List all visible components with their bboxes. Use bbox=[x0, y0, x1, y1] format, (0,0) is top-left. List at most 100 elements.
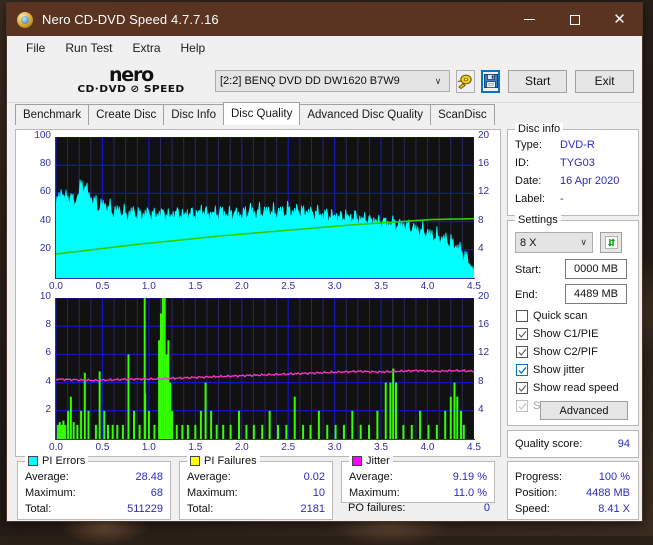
checkbox-quick-scan[interactable]: Quick scan bbox=[516, 310, 587, 322]
checkbox-show-c1-pie[interactable]: Show C1/PIE bbox=[516, 328, 598, 340]
y-tick-label-right: 12 bbox=[478, 347, 489, 358]
jitter-average-label: Average: bbox=[349, 471, 393, 483]
title-bar: Nero CD-DVD Speed 4.7.7.16 ✕ bbox=[7, 3, 642, 36]
pi-errors-stats-group: PI Errors Average: 28.48 Maximum: 68 Tot… bbox=[17, 461, 171, 520]
tab-disc-quality[interactable]: Disc Quality bbox=[223, 102, 300, 125]
settings-group: Settings 8 X ∨ Start: 0000 MB End: 4489 … bbox=[507, 220, 639, 426]
disc-label-value: - bbox=[560, 193, 564, 205]
po-failures-label: PO failures: bbox=[348, 502, 405, 514]
tab-benchmark[interactable]: Benchmark bbox=[15, 104, 89, 125]
y-tick-label-right: 16 bbox=[478, 319, 489, 330]
tab-scandisc[interactable]: ScanDisc bbox=[430, 104, 495, 125]
minimize-button[interactable] bbox=[507, 3, 552, 36]
quality-score-value: 94 bbox=[618, 438, 630, 450]
menu-help[interactable]: Help bbox=[172, 38, 215, 58]
speed-select[interactable]: 8 X ∨ bbox=[515, 232, 593, 253]
y-tick-label-right: 20 bbox=[478, 291, 489, 302]
x-tick-label: 1.0 bbox=[139, 281, 159, 292]
x-tick-label: 0.0 bbox=[46, 442, 66, 453]
jitter-stats-group: Jitter Average: 9.19 % Maximum: 11.0 % bbox=[341, 461, 495, 503]
x-tick-label: 1.5 bbox=[185, 281, 205, 292]
tab-disc-info[interactable]: Disc Info bbox=[163, 104, 224, 125]
y-tick-label-right: 8 bbox=[478, 376, 484, 387]
pi-failures-color-swatch bbox=[190, 456, 200, 466]
jitter-color-swatch bbox=[352, 456, 362, 466]
drive-select[interactable]: [2:2] BENQ DVD DD DW1620 B7W9 ∨ bbox=[215, 70, 450, 92]
menu-run-test[interactable]: Run Test bbox=[56, 38, 121, 58]
tab-advanced-disc-quality[interactable]: Advanced Disc Quality bbox=[299, 104, 431, 125]
y-axis-line bbox=[55, 137, 56, 279]
close-button[interactable]: ✕ bbox=[597, 3, 642, 36]
checkbox-label: Quick scan bbox=[533, 310, 587, 322]
y-tick-label-right: 8 bbox=[478, 215, 484, 226]
pi-failures-average-label: Average: bbox=[187, 471, 231, 483]
jitter-maximum-label: Maximum: bbox=[349, 487, 400, 499]
pi-errors-total-value: 511229 bbox=[127, 503, 163, 515]
pi-errors-group-title: PI Errors bbox=[25, 455, 88, 467]
disc-date-value: 16 Apr 2020 bbox=[560, 175, 619, 187]
progress-value: 100 % bbox=[599, 471, 630, 483]
x-tick-label: 2.0 bbox=[232, 281, 252, 292]
pi-failures-maximum-value: 10 bbox=[313, 487, 325, 499]
start-button[interactable]: Start bbox=[508, 70, 567, 93]
exit-button[interactable]: Exit bbox=[575, 70, 634, 93]
drive-select-value: [2:2] BENQ DVD DD DW1620 B7W9 bbox=[220, 75, 431, 87]
tab-strip: Benchmark Create Disc Disc Info Disc Qua… bbox=[7, 103, 642, 125]
pi-failures-group-title: PI Failures bbox=[187, 455, 260, 467]
end-mb-field[interactable]: 4489 MB bbox=[565, 284, 627, 304]
menu-file[interactable]: File bbox=[17, 38, 54, 58]
refresh-speed-icon-button[interactable] bbox=[600, 232, 622, 253]
pi-failures-stats-group: PI Failures Average: 0.02 Maximum: 10 To… bbox=[179, 461, 333, 520]
jitter-average-value: 9.19 % bbox=[453, 471, 487, 483]
pi-errors-average-label: Average: bbox=[25, 471, 69, 483]
y-axis-line bbox=[55, 298, 56, 440]
checkbox-label: Show C2/PIF bbox=[533, 346, 598, 358]
nero-logo-line2: CD·DVD ⊘ SPEED bbox=[46, 84, 216, 95]
checkbox-show-jitter[interactable]: Show jitter bbox=[516, 364, 584, 376]
checkbox-label: Show read speed bbox=[533, 382, 619, 394]
y-tick-label-right: 20 bbox=[478, 130, 489, 141]
x-tick-label: 2.0 bbox=[232, 442, 252, 453]
pi-failures-maximum-label: Maximum: bbox=[187, 487, 238, 499]
checkbox-box bbox=[516, 400, 528, 412]
checkbox-label: Show C1/PIE bbox=[533, 328, 598, 340]
end-mb-label: End: bbox=[515, 289, 538, 301]
speed-label: Speed: bbox=[515, 503, 550, 515]
position-value: 4488 MB bbox=[586, 487, 630, 499]
start-mb-field[interactable]: 0000 MB bbox=[565, 259, 627, 279]
pi-failures-total-label: Total: bbox=[187, 503, 213, 515]
window-controls: ✕ bbox=[507, 3, 642, 36]
x-tick-label: 0.5 bbox=[92, 281, 112, 292]
disc-quality-panel: 10080604020201612840.00.51.01.52.02.53.0… bbox=[7, 124, 642, 521]
pi-failures-total-value: 2181 bbox=[301, 503, 325, 515]
chevron-down-icon: ∨ bbox=[431, 76, 445, 87]
pi-errors-average-value: 28.48 bbox=[135, 471, 163, 483]
x-tick-label: 4.0 bbox=[418, 281, 438, 292]
x-tick-label: 1.0 bbox=[139, 442, 159, 453]
floppy-save-icon-button[interactable] bbox=[481, 70, 500, 93]
chevron-down-icon: ∨ bbox=[580, 237, 587, 248]
checkbox-show-read-speed[interactable]: Show read speed bbox=[516, 382, 619, 394]
disc-hand-icon-button[interactable] bbox=[456, 70, 475, 93]
po-failures-value: 0 bbox=[462, 502, 490, 514]
jitter-group-title: Jitter bbox=[349, 455, 393, 467]
advanced-button[interactable]: Advanced bbox=[540, 401, 628, 420]
disc-info-title: Disc info bbox=[515, 123, 563, 135]
x-axis-line bbox=[55, 278, 475, 279]
app-window: Nero CD-DVD Speed 4.7.7.16 ✕ File Run Te… bbox=[6, 2, 643, 522]
status-group: Progress: 100 % Position: 4488 MB Speed:… bbox=[507, 461, 639, 520]
start-mb-label: Start: bbox=[515, 264, 541, 276]
quality-score-label: Quality score: bbox=[515, 438, 582, 450]
quality-score-group: Quality score: 94 bbox=[507, 430, 639, 458]
pi-errors-plot bbox=[56, 137, 474, 278]
x-tick-label: 4.0 bbox=[418, 442, 438, 453]
tab-create-disc[interactable]: Create Disc bbox=[88, 104, 164, 125]
checkbox-show-c2-pif[interactable]: Show C2/PIF bbox=[516, 346, 598, 358]
menu-extra[interactable]: Extra bbox=[123, 38, 169, 58]
y-tick-label-right: 4 bbox=[478, 243, 484, 254]
checkbox-label: Show jitter bbox=[533, 364, 584, 376]
maximize-button[interactable] bbox=[552, 3, 597, 36]
window-title: Nero CD-DVD Speed 4.7.7.16 bbox=[42, 12, 219, 27]
disc-type-value: DVD-R bbox=[560, 139, 595, 151]
checkbox-box bbox=[516, 310, 528, 322]
